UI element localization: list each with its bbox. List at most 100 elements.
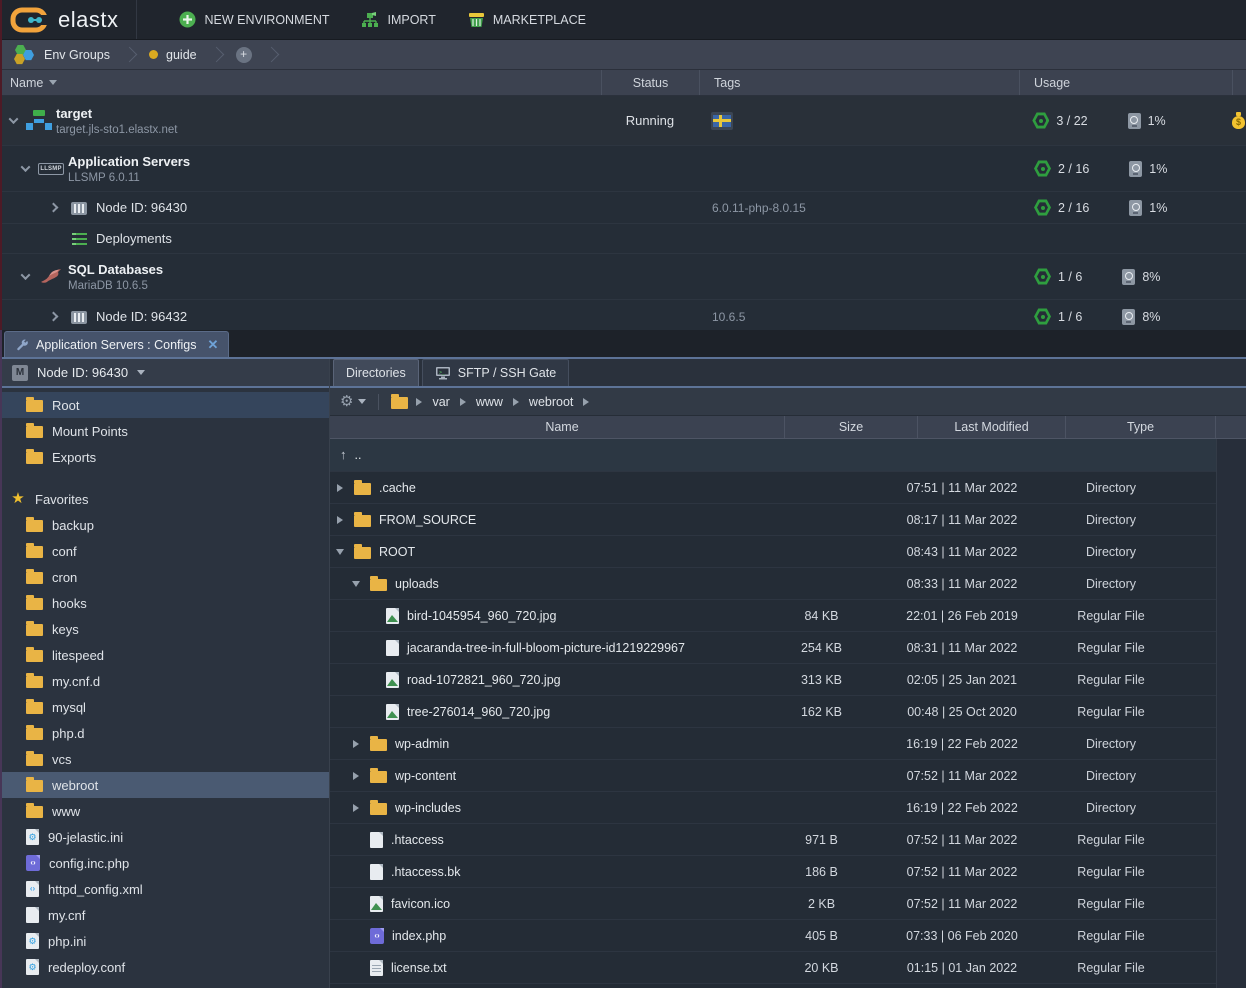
icon-wrap bbox=[62, 310, 96, 324]
file-size: 20 KB bbox=[755, 961, 888, 975]
expand-arrow-icon[interactable] bbox=[48, 312, 58, 322]
column-header-last-modified[interactable]: Last Modified bbox=[918, 416, 1066, 438]
column-header-tags[interactable]: Tags bbox=[700, 70, 1020, 95]
sidebar-item-litespeed[interactable]: litespeed bbox=[0, 642, 329, 668]
env-tag-text: 10.6.5 bbox=[712, 310, 745, 324]
topbar-button-new-environment[interactable]: NEW ENVIRONMENT bbox=[163, 0, 345, 39]
file-name: wp-includes bbox=[395, 801, 461, 815]
column-header-type[interactable]: Type bbox=[1066, 416, 1216, 438]
breadcrumb-separator-icon bbox=[208, 47, 224, 63]
breadcrumb-item-env-groups[interactable]: Env Groups bbox=[0, 40, 122, 69]
sidebar-item-my-cnf[interactable]: my.cnf bbox=[0, 902, 329, 928]
sidebar-item-www[interactable]: www bbox=[0, 798, 329, 824]
node-selector[interactable]: M Node ID: 96430 bbox=[0, 359, 329, 388]
file-row-up[interactable]: ↑.. bbox=[330, 439, 1216, 472]
file-row-wp-content[interactable]: wp-content07:52 | 11 Mar 2022Directory bbox=[330, 760, 1216, 792]
file-row-uploads[interactable]: uploads08:33 | 11 Mar 2022Directory bbox=[330, 568, 1216, 600]
expand-arrow-icon[interactable] bbox=[353, 804, 359, 812]
collapse-arrow-icon[interactable] bbox=[20, 162, 30, 172]
sidebar-item-keys[interactable]: keys bbox=[0, 616, 329, 642]
sidebar-item-httpd-config-xml[interactable]: ‹›httpd_config.xml bbox=[0, 876, 329, 902]
settings-button[interactable]: ⚙ bbox=[340, 394, 366, 410]
path-segment-var[interactable]: var bbox=[432, 395, 449, 409]
sidebar-item-mysql[interactable]: mysql bbox=[0, 694, 329, 720]
env-row-sql-databases[interactable]: SQL DatabasesMariaDB 10.6.51 / 68% bbox=[0, 254, 1246, 300]
env-title: SQL Databases bbox=[68, 262, 163, 277]
env-row-node-id-96432[interactable]: Node ID: 9643210.6.51 / 68% bbox=[0, 300, 1246, 334]
sidebar-item-config-inc-php[interactable]: ‹›config.inc.php bbox=[0, 850, 329, 876]
close-icon[interactable]: ✕ bbox=[208, 337, 219, 353]
file-row-bird-1045954-960-720-jpg[interactable]: bird-1045954_960_720.jpg84 KB22:01 | 26 … bbox=[330, 600, 1216, 632]
sidebar-item-root[interactable]: Root bbox=[0, 392, 329, 418]
column-label: Last Modified bbox=[954, 420, 1028, 434]
file-row-wp-includes[interactable]: wp-includes16:19 | 22 Feb 2022Directory bbox=[330, 792, 1216, 824]
expand-arrow-icon[interactable] bbox=[48, 203, 58, 213]
collapse-arrow-icon[interactable] bbox=[336, 549, 344, 555]
column-header-name[interactable]: Name bbox=[330, 416, 785, 438]
topbar-button-marketplace[interactable]: MARKETPLACE bbox=[452, 0, 602, 39]
file-row-jacaranda-tree-in-full-bloom-picture-id1219229967[interactable]: jacaranda-tree-in-full-bloom-picture-id1… bbox=[330, 632, 1216, 664]
expand-arrow-icon[interactable] bbox=[353, 772, 359, 780]
sidebar-item-vcs[interactable]: vcs bbox=[0, 746, 329, 772]
topbar-button-import[interactable]: IMPORT bbox=[345, 0, 451, 39]
breadcrumb-item-guide[interactable]: guide bbox=[137, 40, 209, 69]
file-type: Regular File bbox=[1036, 961, 1186, 975]
sidebar-item-my-cnf-d[interactable]: my.cnf.d bbox=[0, 668, 329, 694]
expand-arrow-icon[interactable] bbox=[353, 740, 359, 748]
arrow-slot bbox=[44, 313, 62, 320]
sidebar-item-php-d[interactable]: php.d bbox=[0, 720, 329, 746]
tab-directories[interactable]: Directories bbox=[333, 359, 419, 386]
sidebar-item-webroot[interactable]: webroot bbox=[0, 772, 329, 798]
folder-icon bbox=[26, 650, 43, 662]
env-subtitle: MariaDB 10.6.5 bbox=[68, 280, 163, 292]
column-header-size[interactable]: Size bbox=[785, 416, 918, 438]
file-row--cache[interactable]: .cache07:51 | 11 Mar 2022Directory bbox=[330, 472, 1216, 504]
sidebar-item-conf[interactable]: conf bbox=[0, 538, 329, 564]
dot-icon bbox=[149, 50, 158, 59]
sidebar-item-mount-points[interactable]: Mount Points bbox=[0, 418, 329, 444]
sidebar-item-90-jelastic-ini[interactable]: ⚙90-jelastic.ini bbox=[0, 824, 329, 850]
sidebar-item-backup[interactable]: backup bbox=[0, 512, 329, 538]
disk-value: 1% bbox=[1149, 162, 1167, 176]
file-row-license-txt[interactable]: license.txt20 KB01:15 | 01 Jan 2022Regul… bbox=[330, 952, 1216, 984]
column-header-name[interactable]: Name bbox=[0, 70, 602, 95]
folder-icon bbox=[26, 520, 43, 532]
sidebar-item-favorites[interactable]: ★Favorites bbox=[0, 486, 329, 512]
sidebar-item-php-ini[interactable]: ⚙php.ini bbox=[0, 928, 329, 954]
breadcrumb-item[interactable]: + bbox=[224, 40, 264, 69]
file-row-road-1072821-960-720-jpg[interactable]: road-1072821_960_720.jpg313 KB02:05 | 25… bbox=[330, 664, 1216, 696]
tab-sftp-ssh-gate[interactable]: >_SFTP / SSH Gate bbox=[422, 359, 569, 386]
path-segment-www[interactable]: www bbox=[476, 395, 503, 409]
file-row-index-php[interactable]: ‹›index.php405 B07:33 | 06 Feb 2020Regul… bbox=[330, 920, 1216, 952]
tab-application-servers-configs[interactable]: Application Servers : Configs ✕ bbox=[4, 331, 229, 357]
sidebar-item-redeploy-conf[interactable]: ⚙redeploy.conf bbox=[0, 954, 329, 980]
files-scrollbar-gutter[interactable] bbox=[1216, 439, 1246, 988]
column-header-usage[interactable]: Usage bbox=[1020, 70, 1233, 95]
collapse-arrow-icon[interactable] bbox=[20, 270, 30, 280]
path-segment-webroot[interactable]: webroot bbox=[529, 395, 573, 409]
env-tags bbox=[699, 112, 1018, 130]
sort-caret-icon bbox=[49, 80, 57, 85]
env-row-deployments[interactable]: Deployments bbox=[0, 224, 1246, 254]
file-row--htaccess-bk[interactable]: .htaccess.bk186 B07:52 | 11 Mar 2022Regu… bbox=[330, 856, 1216, 888]
env-row-node-id-96430[interactable]: Node ID: 964306.0.11-php-8.0.152 / 161% bbox=[0, 192, 1246, 224]
file-row-from-source[interactable]: FROM_SOURCE08:17 | 11 Mar 2022Directory bbox=[330, 504, 1216, 536]
file-row-favicon-ico[interactable]: favicon.ico2 KB07:52 | 11 Mar 2022Regula… bbox=[330, 888, 1216, 920]
file-row--htaccess[interactable]: .htaccess971 B07:52 | 11 Mar 2022Regular… bbox=[330, 824, 1216, 856]
folder-icon bbox=[26, 676, 43, 688]
expand-arrow-icon[interactable] bbox=[337, 484, 343, 492]
sidebar-item-hooks[interactable]: hooks bbox=[0, 590, 329, 616]
elastx-logo[interactable]: elastx bbox=[0, 0, 137, 39]
expand-arrow-icon[interactable] bbox=[337, 516, 343, 524]
file-row-root[interactable]: ROOT08:43 | 11 Mar 2022Directory bbox=[330, 536, 1216, 568]
sidebar-item-exports[interactable]: Exports bbox=[0, 444, 329, 470]
collapse-arrow-icon[interactable] bbox=[8, 114, 18, 124]
file-row-wp-admin[interactable]: wp-admin16:19 | 22 Feb 2022Directory bbox=[330, 728, 1216, 760]
moneybag-icon[interactable]: $ bbox=[1231, 112, 1246, 129]
file-row-tree-276014-960-720-jpg[interactable]: tree-276014_960_720.jpg162 KB00:48 | 25 … bbox=[330, 696, 1216, 728]
column-header-status[interactable]: Status bbox=[602, 70, 700, 95]
collapse-arrow-icon[interactable] bbox=[352, 581, 360, 587]
sidebar-item-cron[interactable]: cron bbox=[0, 564, 329, 590]
env-row-application-servers[interactable]: LLSMPApplication ServersLLSMP 6.0.112 / … bbox=[0, 146, 1246, 192]
env-row-target[interactable]: targettarget.jls-sto1.elastx.netRunning3… bbox=[0, 96, 1246, 146]
